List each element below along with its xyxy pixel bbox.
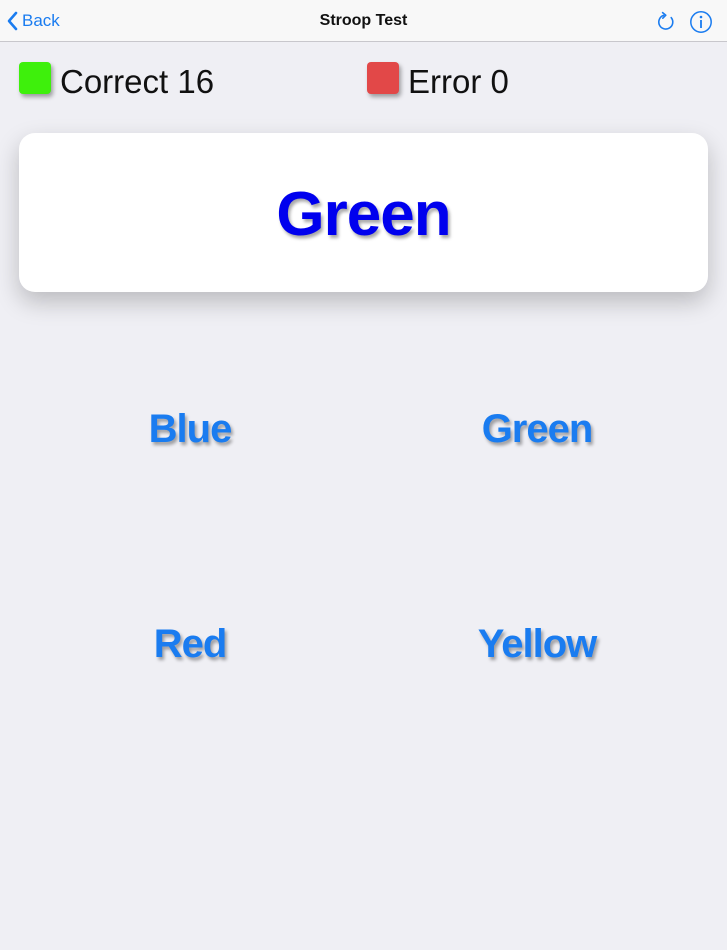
page-title: Stroop Test [319, 12, 408, 29]
correct-swatch [19, 62, 51, 94]
refresh-icon [658, 11, 674, 30]
stimulus-word: Green [276, 180, 451, 249]
error-swatch [367, 62, 399, 94]
correct-label: Correct 16 [60, 63, 215, 100]
navigation-bar: Back Stroop Test [0, 0, 727, 42]
info-icon [690, 11, 712, 33]
correct-counter: Correct 16 [19, 62, 214, 102]
error-label: Error 0 [408, 63, 509, 100]
answer-button-red[interactable]: Red [50, 604, 330, 684]
stimulus-card: Green [19, 133, 708, 292]
answer-button-green[interactable]: Green [397, 389, 677, 469]
info-button[interactable] [689, 10, 713, 34]
refresh-button[interactable] [654, 10, 678, 34]
error-counter: Error 0 [367, 62, 509, 102]
answer-button-blue[interactable]: Blue [50, 389, 330, 469]
answer-button-yellow[interactable]: Yellow [397, 604, 677, 684]
